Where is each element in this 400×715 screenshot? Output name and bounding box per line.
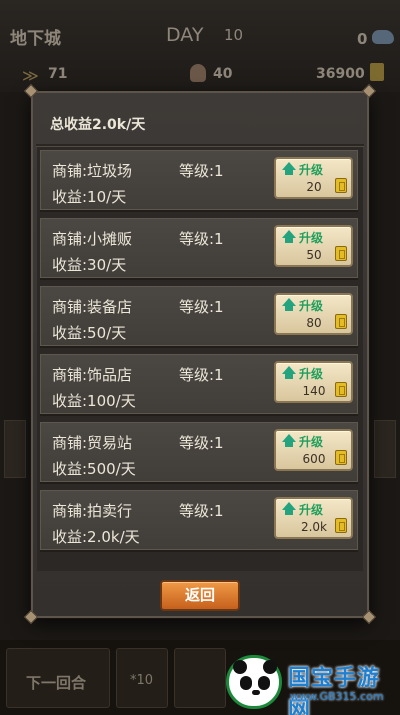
gem-icon [372,30,394,44]
shop-income: 收益:10/天 [52,188,127,206]
shop-name: 商铺:装备店 [52,298,133,316]
shop-income: 收益:100/天 [52,392,136,410]
gold-coin-icon [335,450,347,465]
upgrade-button[interactable]: 升级 140 [274,361,353,403]
multiplier-label: *10 [130,673,154,688]
upgrade-arrow-icon [285,374,293,379]
upgrade-arrow-icon [285,170,293,175]
upgrade-cost: 600 [302,452,326,466]
upgrade-arrow-icon [282,298,296,306]
shop-row-street-vendor: 商铺:小摊贩 等级:1 收益:30/天 升级 50 [40,218,358,278]
gold-value: 36900 [316,66,365,82]
day-label: DAY [166,24,204,46]
shop-level: 等级:1 [179,298,224,316]
shop-level: 等级:1 [179,434,224,452]
upgrade-label: 升级 [299,367,324,381]
shop-row-junkyard: 商铺:垃圾场 等级:1 收益:10/天 升级 20 [40,150,358,210]
upgrade-arrow-icon [282,230,296,238]
upgrade-cost: 2.0k [300,520,328,534]
gold-coin-icon [335,314,347,329]
upgrade-arrow-icon [282,434,296,442]
shop-level: 等级:1 [179,502,224,520]
shop-name: 商铺:垃圾场 [52,162,133,180]
upgrade-arrow-icon [282,502,296,510]
gem-count: 0 [357,30,368,48]
right-side-slot [374,420,396,478]
next-round-label: 下一回合 [26,674,87,692]
gold-coin-icon [335,246,347,261]
upgrade-button[interactable]: 升级 600 [274,429,353,471]
rank-value: 71 [48,66,68,82]
shop-income: 收益:50/天 [52,324,127,342]
shop-name: 商铺:拍卖行 [52,502,133,520]
rank-chevron-icon: ≫ [22,66,39,85]
shop-income: 收益:2.0k/天 [52,528,140,546]
population-icon [190,64,206,82]
upgrade-label: 升级 [299,163,324,177]
upgrade-label: 升级 [299,503,324,517]
gold-coin-icon [335,382,347,397]
upgrade-button[interactable]: 升级 20 [274,157,353,199]
left-side-slot [4,420,26,478]
upgrade-button[interactable]: 升级 80 [274,293,353,335]
panda-nose [252,690,260,695]
gold-coin-icon [335,178,347,193]
panda-eye [258,676,270,690]
upgrade-cost: 80 [306,316,322,330]
upgrade-arrow-icon [285,306,293,311]
panda-eye [240,676,252,690]
population-value: 40 [213,66,233,82]
panda-logo-icon [226,655,282,709]
shop-income: 收益:500/天 [52,460,136,478]
upgrade-button[interactable]: 升级 2.0k [274,497,353,539]
total-income-title: 总收益2.0k/天 [50,117,146,133]
watermark-url: www.GB315.com [290,690,384,703]
gold-coin-icon [335,518,347,533]
day-counter: 10 [224,26,244,44]
shop-row-auction-house: 商铺:拍卖行 等级:1 收益:2.0k/天 升级 2.0k [40,490,358,550]
upgrade-label: 升级 [299,299,324,313]
gold-coin-icon [370,63,384,81]
shop-income: 收益:30/天 [52,256,127,274]
shop-name: 商铺:贸易站 [52,434,133,452]
panda-ear [263,660,277,674]
upgrade-arrow-icon [282,162,296,170]
shop-name: 商铺:小摊贩 [52,230,133,248]
upgrade-button[interactable]: 升级 50 [274,225,353,267]
upgrade-cost: 20 [306,180,322,194]
shop-level: 等级:1 [179,230,224,248]
shop-level: 等级:1 [179,366,224,384]
location-title: 地下城 [10,29,61,49]
watermark-brand: 国宝手游网 [288,666,381,715]
shop-level: 等级:1 [179,162,224,180]
upgrade-cost: 50 [306,248,322,262]
upgrade-arrow-icon [285,238,293,243]
shop-row-equipment-store: 商铺:装备店 等级:1 收益:50/天 升级 80 [40,286,358,346]
upgrade-arrow-icon [282,366,296,374]
bottom-action-button[interactable] [174,648,226,708]
upgrade-label: 升级 [299,231,324,245]
shop-row-accessory-store: 商铺:饰品店 等级:1 收益:100/天 升级 140 [40,354,358,414]
shop-name: 商铺:饰品店 [52,366,133,384]
shop-row-trading-post: 商铺:贸易站 等级:1 收益:500/天 升级 600 [40,422,358,482]
upgrade-arrow-icon [285,510,293,515]
upgrade-label: 升级 [299,435,324,449]
upgrade-arrow-icon [285,442,293,447]
upgrade-cost: 140 [302,384,326,398]
panda-ear [233,660,247,674]
back-button[interactable]: 返回 [160,580,240,611]
